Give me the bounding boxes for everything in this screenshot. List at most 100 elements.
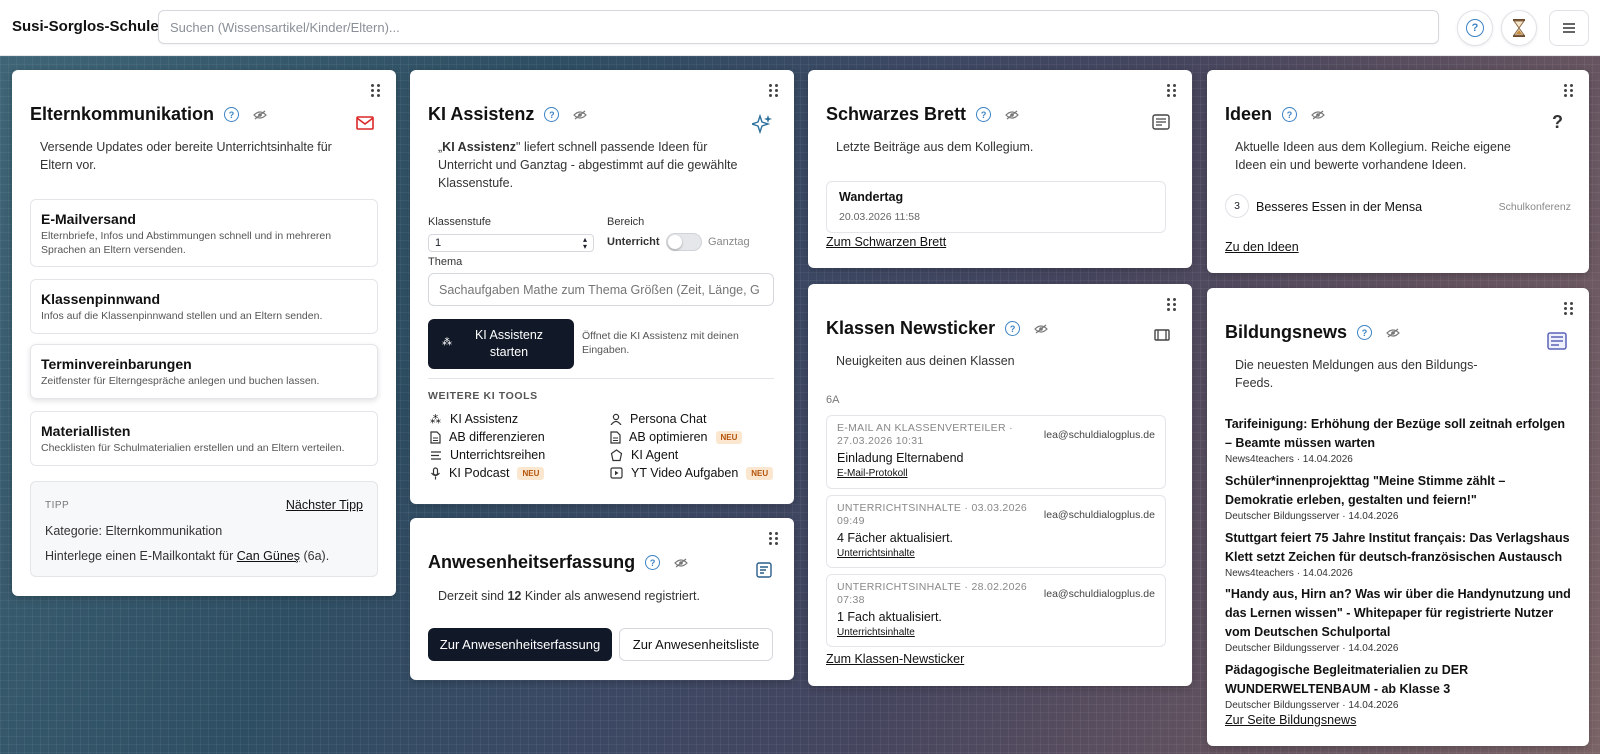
drag-handle-icon[interactable]: [1564, 84, 1573, 97]
help-icon[interactable]: ?: [1005, 321, 1021, 336]
tip-category: Kategorie: Elternkommunikation: [45, 524, 223, 538]
item-link[interactable]: Unterrichtsinhalte: [837, 548, 1155, 559]
tip-label: TIPP: [45, 500, 70, 511]
option-subtitle: Checklisten für Schulmaterialien erstell…: [41, 442, 345, 454]
ticker-link[interactable]: Zum Klassen-Newsticker: [826, 652, 964, 666]
card-elternkommunikation: Elternkommunikation ? Versende Updates o…: [12, 70, 396, 596]
news-title: Tarifeinigung: Erhöhung der Bezüge soll …: [1225, 417, 1566, 450]
eye-off-icon[interactable]: [573, 110, 588, 120]
klassenstufe-select[interactable]: 1 ▴ ▾: [428, 234, 594, 252]
post-date: 20.03.2026 11:58: [839, 211, 920, 223]
video-icon: [610, 467, 623, 479]
eye-off-icon[interactable]: [1005, 110, 1019, 120]
drag-handle-icon[interactable]: [1167, 298, 1176, 311]
menu-icon: [1563, 23, 1575, 33]
top-bar: Susi-Sorglos-Schule ?: [0, 0, 1600, 56]
help-icon[interactable]: ?: [544, 107, 560, 122]
item-link[interactable]: E-Mail-Protokoll: [837, 468, 1155, 479]
option-title: Klassenpinnwand: [41, 291, 161, 307]
tool-ki-agent[interactable]: KI Agent: [610, 448, 678, 462]
brett-link[interactable]: Zum Schwarzen Brett: [826, 235, 946, 249]
search-input[interactable]: [158, 10, 1439, 44]
brett-post[interactable]: Wandertag 20.03.2026 11:58: [826, 181, 1166, 233]
tip-child-link[interactable]: Can Güneş: [237, 549, 300, 563]
anwesenheit-list-button[interactable]: Zur Anwesenheitsliste: [619, 628, 773, 661]
item-mail: lea@schuldialogplus.de: [1043, 509, 1155, 521]
tool-persona-chat[interactable]: Persona Chat: [610, 412, 706, 426]
drag-handle-icon[interactable]: [1167, 84, 1176, 97]
news-meta: News4teachers · 14.04.2026: [1225, 568, 1353, 579]
news-meta: Deutscher Bildungsserver · 14.04.2026: [1225, 511, 1399, 522]
ticker-item[interactable]: UNTERRICHTSINHALTE · 28.02.2026 07:38 le…: [826, 574, 1166, 647]
sparkles-icon: ⁂: [430, 413, 441, 426]
tool-ki-podcast[interactable]: KI Podcast NEU: [430, 466, 545, 480]
news-item[interactable]: Schüler*innenprojekttag "Meine Stimme zä…: [1225, 472, 1575, 522]
bereich-toggle[interactable]: [666, 233, 702, 251]
anwesenheit-primary-button[interactable]: Zur Anwesenheitserfassung: [428, 628, 612, 661]
card-description: „KI Assistenz" liefert schnell passende …: [438, 140, 738, 190]
help-icon[interactable]: ?: [224, 107, 240, 122]
option-klassenpinnwand[interactable]: Klassenpinnwand Infos auf die Klassenpin…: [30, 279, 378, 334]
next-tip-link[interactable]: Nächster Tipp: [286, 498, 363, 512]
idea-title[interactable]: Besseres Essen in der Mensa: [1256, 200, 1422, 214]
board-icon: [1152, 114, 1170, 135]
card-bildungsnews: Bildungsnews ? Die neuesten Meldungen au…: [1207, 288, 1589, 746]
option-subtitle: Infos auf die Klassenpinnwand stellen un…: [41, 310, 323, 322]
item-mail: lea@schuldialogplus.de: [1043, 588, 1155, 600]
option-materiallisten[interactable]: Materiallisten Checklisten für Schulmate…: [30, 411, 378, 466]
option-terminvereinbarungen[interactable]: Terminvereinbarungen Zeitfenster für Elt…: [30, 344, 378, 399]
timer-button[interactable]: [1501, 10, 1537, 46]
card-ki-assistenz: KI Assistenz ? „KI Assistenz" liefert sc…: [410, 70, 794, 504]
ticker-item[interactable]: E-MAIL AN KLASSENVERTEILER · 27.03.2026 …: [826, 415, 1166, 489]
news-item[interactable]: Tarifeinigung: Erhöhung der Bezüge soll …: [1225, 415, 1575, 465]
option-email[interactable]: E-Mailversand Elternbriefe, Infos und Ab…: [30, 199, 378, 267]
ticker-item[interactable]: UNTERRICHTSINHALTE · 03.03.2026 09:49 le…: [826, 495, 1166, 568]
neu-badge: NEU: [746, 466, 774, 480]
tool-ki-assistenz[interactable]: ⁂ KI Assistenz: [430, 412, 518, 426]
help-icon[interactable]: ?: [645, 555, 661, 570]
neu-badge: NEU: [517, 466, 545, 480]
bereich-off-label: Ganztag: [708, 236, 750, 248]
question-circle-icon: ?: [1466, 19, 1484, 37]
question-mark-icon: ?: [1552, 112, 1563, 132]
drag-handle-icon[interactable]: [769, 532, 778, 545]
eye-off-icon[interactable]: [1034, 324, 1048, 334]
item-link[interactable]: Unterrichtsinhalte: [837, 627, 1155, 638]
card-title: Schwarzes Brett: [826, 104, 967, 124]
eye-off-icon[interactable]: [1386, 328, 1400, 338]
option-subtitle: Elternbriefe, Infos und Abstimmungen sch…: [41, 230, 332, 256]
eye-off-icon[interactable]: [253, 110, 267, 120]
help-icon[interactable]: ?: [976, 107, 992, 122]
help-icon[interactable]: ?: [1357, 325, 1373, 340]
card-title: KI Assistenz: [428, 104, 535, 124]
tool-ab-differenzieren[interactable]: AB differenzieren: [430, 430, 545, 444]
ki-start-button[interactable]: ⁂ KI Assistenz starten: [428, 319, 574, 369]
updown-icon: ▴ ▾: [582, 235, 587, 251]
menu-button[interactable]: [1549, 10, 1589, 46]
news-title: Schüler*innenprojekttag "Meine Stimme zä…: [1225, 474, 1506, 507]
eye-off-icon[interactable]: [674, 558, 688, 568]
card-description: Derzeit sind 12 Kinder als anwesend regi…: [438, 589, 700, 603]
eye-off-icon[interactable]: [1311, 110, 1325, 120]
help-button[interactable]: ?: [1457, 10, 1493, 46]
app-brand[interactable]: Susi-Sorglos-Schule: [12, 18, 159, 35]
item-meta: UNTERRICHTSINHALTE · 03.03.2026 09:49: [837, 502, 1027, 527]
post-title: Wandertag: [839, 190, 904, 204]
bildung-link[interactable]: Zur Seite Bildungsnews: [1225, 713, 1356, 727]
tool-ab-optimieren[interactable]: AB optimieren NEU: [610, 430, 743, 444]
card-title: Klassen Newsticker: [826, 318, 996, 338]
document-icon: [430, 430, 441, 444]
help-icon[interactable]: ?: [1282, 107, 1298, 122]
idea-vote-count[interactable]: 3: [1225, 194, 1249, 218]
card-schwarzes-brett: Schwarzes Brett ? Letzte Beiträge aus de…: [808, 70, 1192, 268]
news-item[interactable]: Pädagogische Begleitmaterialien zu DER W…: [1225, 661, 1575, 711]
ideen-link[interactable]: Zu den Ideen: [1225, 240, 1299, 254]
tool-yt-video-aufgaben[interactable]: YT Video Aufgaben NEU: [610, 466, 774, 480]
news-item[interactable]: "Handy aus, Hirn an? Was wir über die Ha…: [1225, 585, 1575, 654]
drag-handle-icon[interactable]: [769, 84, 778, 97]
tool-unterrichtsreihen[interactable]: Unterrichtsreihen: [430, 448, 545, 462]
drag-handle-icon[interactable]: [371, 84, 380, 97]
thema-input[interactable]: [428, 273, 774, 306]
drag-handle-icon[interactable]: [1564, 302, 1573, 315]
news-item[interactable]: Stuttgart feiert 75 Jahre Institut franç…: [1225, 529, 1575, 579]
